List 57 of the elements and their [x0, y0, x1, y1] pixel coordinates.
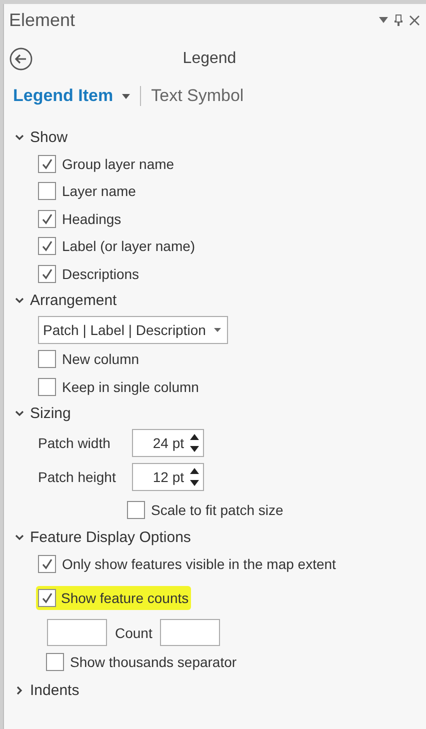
section-title: Show — [30, 128, 68, 146]
chevron-down-icon[interactable] — [15, 533, 24, 542]
tab[interactable]: Text Symbol — [147, 86, 250, 106]
chevron-down-icon[interactable] — [15, 296, 24, 305]
input-field[interactable] — [160, 619, 220, 646]
checkmark-icon — [41, 212, 53, 225]
checkmark-icon — [41, 592, 53, 604]
checkbox[interactable] — [127, 500, 145, 518]
section-title: Feature Display Options — [30, 529, 191, 546]
close-icon[interactable] — [409, 14, 420, 26]
checkmark-icon — [41, 268, 53, 280]
checkbox-label: Group layer name — [62, 156, 174, 172]
checkbox[interactable] — [38, 350, 56, 368]
chevron-down-icon[interactable] — [15, 409, 24, 418]
caret-icon — [214, 328, 221, 332]
section-title: Sizing — [30, 405, 71, 422]
tab[interactable]: Legend Item — [9, 86, 136, 106]
checkbox-label: Only show features visible in the map extent — [62, 556, 336, 572]
chevron-right-icon[interactable] — [15, 686, 24, 694]
checkbox-label: Scale to fit patch size — [151, 502, 284, 518]
spin-arrows-icon — [190, 466, 199, 486]
arrangement-dropdown[interactable]: Patch | Label | Description — [38, 316, 228, 344]
pin-icon[interactable] — [394, 14, 403, 26]
checkbox[interactable] — [38, 154, 56, 173]
section-title: Arrangement — [30, 292, 117, 309]
checkbox-label: New column — [62, 351, 140, 368]
checkbox-label: Show thousands separator — [70, 654, 237, 670]
checkbox-label: Layer name — [62, 183, 136, 200]
spin-field[interactable]: 12 pt — [132, 462, 204, 490]
dropdown-icon[interactable] — [379, 17, 388, 23]
checkbox[interactable] — [38, 378, 56, 396]
checkbox-label: Label (or layer name) — [62, 238, 196, 254]
checkbox[interactable] — [38, 210, 56, 228]
checkbox-label: Keep in single column — [62, 378, 199, 395]
checkbox-label: Descriptions — [62, 266, 140, 282]
checkbox[interactable] — [38, 182, 56, 200]
checkbox-label: Show feature counts — [61, 590, 189, 606]
field-label: Patch height — [38, 468, 117, 484]
checkbox[interactable] — [38, 555, 56, 574]
checkbox[interactable] — [46, 653, 64, 671]
checkmark-icon — [41, 158, 53, 170]
spin-arrows-icon — [190, 432, 199, 452]
field-label: Patch width — [38, 434, 112, 450]
chevron-down-icon[interactable] — [15, 132, 24, 142]
back-icon[interactable] — [9, 47, 33, 71]
checkmark-icon — [41, 558, 53, 570]
input-field[interactable] — [47, 619, 107, 646]
section-title: Indents — [30, 682, 80, 698]
checkbox[interactable] — [38, 589, 56, 607]
checkbox-label: Headings — [62, 210, 122, 227]
checkbox[interactable] — [38, 237, 56, 256]
window-title: Element — [9, 10, 76, 30]
panel-title: Legend — [182, 50, 238, 68]
checkbox[interactable] — [38, 264, 56, 283]
checkmark-icon — [41, 240, 53, 252]
spin-field[interactable]: 24 pt — [132, 428, 204, 456]
field-label: Count — [115, 624, 152, 640]
